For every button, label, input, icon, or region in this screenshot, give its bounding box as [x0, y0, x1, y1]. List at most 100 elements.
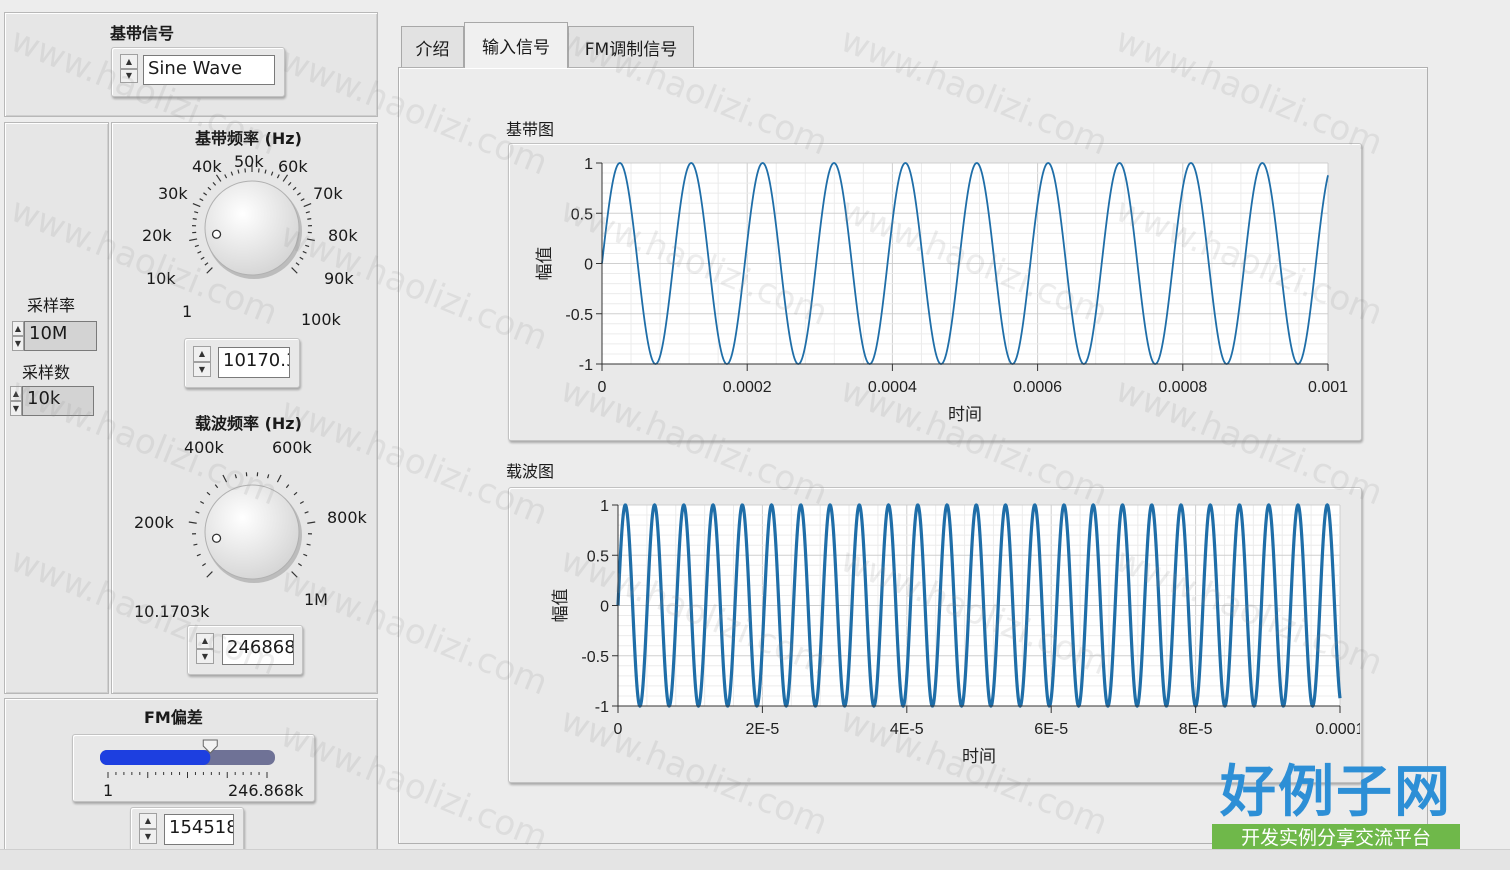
knob-tick-label: 90k: [324, 269, 354, 288]
baseband-signal-spinner[interactable]: ▲ ▼: [120, 54, 138, 83]
logo-subtitle: 开发实例分享交流平台: [1212, 824, 1460, 852]
knob-tick-mark: [292, 572, 298, 578]
x-tick-label: 0.0004: [868, 379, 917, 396]
knob-tick-mark: [303, 251, 307, 253]
knob-tick-mark: [307, 219, 311, 220]
knob-tick-mark: [201, 257, 204, 259]
knob-tick-mark: [277, 475, 281, 482]
x-tick-label: 8E-5: [1179, 721, 1213, 738]
spinner-up-icon[interactable]: ▲: [193, 346, 211, 362]
knob-tick-mark: [305, 245, 309, 246]
bottom-strip: [0, 849, 1510, 870]
spinner-down-icon[interactable]: ▼: [139, 829, 157, 845]
knob-tick-mark: [193, 204, 200, 207]
fm-deviation-spinner[interactable]: ▲ ▼: [139, 813, 157, 844]
y-tick-label: 0: [600, 599, 609, 616]
knob-tick-label: 40k: [192, 157, 222, 176]
knob-tick-mark: [203, 193, 206, 195]
knob-tick-mark: [193, 544, 197, 545]
knob-pointer-icon: [213, 534, 221, 542]
knob-tick-mark: [205, 263, 208, 265]
x-tick-label: 4E-5: [890, 721, 924, 738]
y-axis-title: 幅值: [535, 247, 554, 281]
knob-tick-label: 1M: [304, 590, 328, 609]
tab-fm-signal[interactable]: FM调制信号: [568, 26, 694, 68]
x-tick-label: 0.0008: [1158, 379, 1207, 396]
knob-tick-label: 50k: [234, 152, 264, 171]
spinner-down-icon[interactable]: ▼: [10, 401, 22, 416]
sample-rate-field[interactable]: 10M: [24, 321, 97, 351]
carrier-freq-knob[interactable]: [172, 452, 332, 612]
knob-tick-mark: [307, 544, 311, 545]
sample-count-spinner[interactable]: ▲ ▼: [10, 386, 22, 416]
baseband-freq-spinner[interactable]: ▲ ▼: [193, 346, 211, 377]
knob-tick-label: 200k: [134, 513, 174, 532]
y-tick-label: -1: [595, 699, 609, 716]
tab-input-signal[interactable]: 输入信号: [464, 22, 568, 68]
carrier-freq-field[interactable]: 246868: [222, 634, 294, 665]
knob-tick-mark: [292, 268, 298, 274]
carrier-chart[interactable]: 10.50-0.5-102E-54E-56E-58E-50.0001时间幅值: [508, 487, 1360, 781]
knob-tick-mark: [208, 187, 211, 190]
x-tick-label: 0.0006: [1013, 379, 1062, 396]
x-axis-title: 时间: [962, 747, 996, 766]
x-tick-label: 0: [614, 721, 623, 738]
knob-tick-mark: [194, 212, 198, 213]
knob-tick-label: 400k: [184, 438, 224, 457]
knob-tick-mark: [225, 175, 227, 179]
x-tick-label: 0.0002: [723, 379, 772, 396]
x-tick-label: 2E-5: [746, 721, 780, 738]
knob-tick-label: 600k: [272, 438, 312, 457]
spinner-up-icon[interactable]: ▲: [196, 633, 214, 649]
y-tick-label: 0.5: [571, 206, 593, 223]
y-tick-label: 0.5: [587, 548, 609, 565]
knob-tick-mark: [297, 193, 300, 195]
fm-deviation-min: 1: [103, 781, 113, 800]
fm-deviation-label: FM偏差: [144, 704, 203, 728]
knob-tick-mark: [307, 239, 315, 241]
knob-tick-mark: [271, 172, 272, 176]
sample-count-label: 采样数: [22, 359, 70, 383]
knob-tick-mark: [196, 512, 200, 513]
carrier-knob-dial[interactable]: [172, 452, 332, 612]
knob-tick-label: 10.1703k: [134, 602, 209, 621]
sample-rate-label: 采样率: [27, 292, 75, 316]
spinner-up-icon[interactable]: ▲: [120, 54, 138, 69]
knob-tick-label: 60k: [278, 157, 308, 176]
sample-rate-spinner[interactable]: ▲ ▼: [12, 321, 24, 351]
fm-deviation-max: 246.868k: [228, 781, 303, 800]
spinner-up-icon[interactable]: ▲: [12, 321, 24, 336]
knob-tick-mark: [195, 245, 199, 246]
spinner-down-icon[interactable]: ▼: [120, 69, 138, 84]
knob-tick-label: 20k: [142, 226, 172, 245]
baseband-freq-field[interactable]: 10170.3: [218, 347, 290, 378]
knob-pointer-icon: [213, 230, 221, 238]
spinner-up-icon[interactable]: ▲: [139, 813, 157, 829]
spinner-down-icon[interactable]: ▼: [196, 649, 214, 665]
knob-tick-mark: [223, 475, 227, 482]
fm-deviation-field[interactable]: 154518: [164, 814, 234, 845]
knob-tick-label: 800k: [327, 508, 367, 527]
knob-tick-mark: [193, 219, 197, 220]
sample-count-field[interactable]: 10k: [22, 386, 94, 416]
x-tick-label: 0.001: [1308, 379, 1348, 396]
knob-tick-mark: [207, 572, 213, 578]
baseband-chart[interactable]: 10.50-0.5-100.00020.00040.00060.00080.00…: [508, 143, 1360, 439]
knob-tick-mark: [200, 501, 203, 503]
knob-tick-mark: [301, 199, 304, 201]
knob-tick-mark: [213, 182, 216, 185]
spinner-up-icon[interactable]: ▲: [10, 386, 22, 401]
fm-deviation-slider[interactable]: [80, 734, 305, 784]
tab-intro[interactable]: 介绍: [401, 26, 464, 68]
spinner-down-icon[interactable]: ▼: [193, 362, 211, 378]
baseband-signal-label: 基带信号: [110, 20, 174, 44]
knob-tick-mark: [306, 212, 310, 213]
y-axis-title: 幅值: [551, 589, 570, 623]
knob-tick-mark: [303, 554, 307, 556]
baseband-chart-title: 基带图: [506, 116, 554, 140]
knob-tick-mark: [189, 522, 197, 523]
spinner-down-icon[interactable]: ▼: [12, 336, 24, 351]
carrier-freq-spinner[interactable]: ▲ ▼: [196, 633, 214, 664]
knob-tick-mark: [307, 522, 315, 523]
baseband-signal-select[interactable]: Sine Wave: [143, 55, 275, 85]
